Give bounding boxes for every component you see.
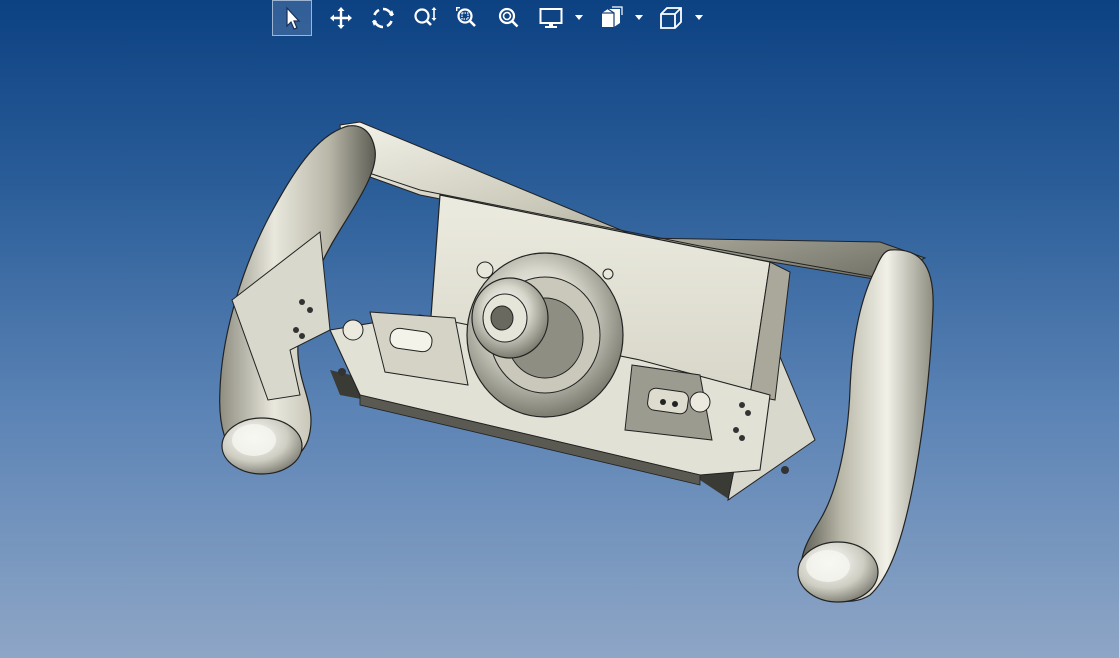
zoom-to-fit-button[interactable] — [488, 0, 530, 36]
pan-move-icon — [330, 7, 352, 29]
steering-wheel-model[interactable] — [0, 0, 1119, 658]
monitor-display-icon — [539, 8, 563, 28]
rotate-tool-button[interactable] — [362, 0, 404, 36]
view-orientation-button[interactable] — [650, 0, 692, 36]
zoom-to-fit-icon — [498, 7, 519, 28]
zoom-to-area-button[interactable] — [446, 0, 488, 36]
display-style-button[interactable] — [530, 0, 572, 36]
pan-tool-button[interactable] — [320, 0, 362, 36]
section-view-dropdown[interactable] — [632, 0, 646, 36]
chevron-down-icon — [635, 15, 643, 20]
select-tool-button[interactable] — [272, 0, 312, 36]
zoom-to-area-icon — [456, 7, 476, 27]
view-cube-icon — [660, 7, 682, 29]
zoom-in-out-icon — [414, 7, 437, 26]
heads-up-view-toolbar — [272, 0, 710, 36]
view-orientation-dropdown[interactable] — [692, 0, 706, 36]
rotate-icon — [372, 7, 394, 29]
select-arrow-icon — [286, 6, 301, 30]
graphics-viewport[interactable] — [0, 0, 1119, 658]
section-view-icon — [602, 6, 623, 27]
display-style-dropdown[interactable] — [572, 0, 586, 36]
section-view-button[interactable] — [590, 0, 632, 36]
chevron-down-icon — [695, 15, 703, 20]
zoom-in-out-button[interactable] — [404, 0, 446, 36]
chevron-down-icon — [575, 15, 583, 20]
